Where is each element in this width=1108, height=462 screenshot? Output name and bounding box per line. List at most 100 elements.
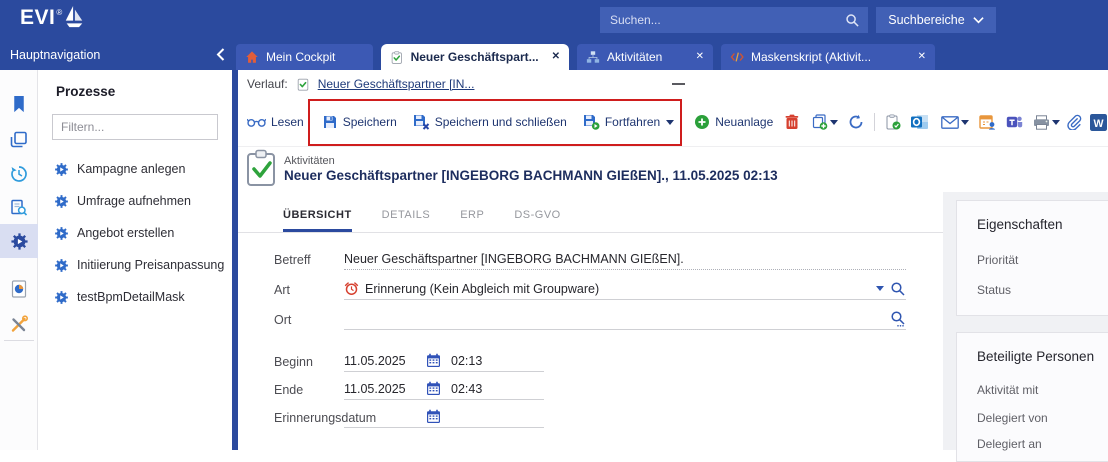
activity-clipboard-icon [246,149,278,187]
hauptnavigation-header: Hauptnavigation [0,40,232,70]
fortfahren-dropdown-caret[interactable] [666,120,674,125]
art-dropdown-caret[interactable] [876,286,884,291]
fortfahren-button[interactable]: Fortfahren [583,114,660,130]
ort-lookup-icon[interactable] [890,310,906,327]
close-icon[interactable]: ✕ [912,52,926,62]
history-icon[interactable] [7,162,31,186]
copy-record-button[interactable] [811,114,838,130]
copy-plus-icon [811,114,828,130]
process-item-label: Initiierung Preisanpassung [77,258,224,272]
tab-maskenskript[interactable]: Maskenskript (Aktivit... ✕ [721,44,935,70]
alarm-clock-icon [344,281,359,296]
collapse-ribbon-dash[interactable] [672,83,685,85]
betreff-field[interactable]: Neuer Geschäftspartner [INGEBORG BACHMAN… [344,248,906,270]
refresh-icon[interactable] [848,114,864,130]
art-lookup-icon[interactable] [890,281,906,297]
process-filter [52,114,218,140]
right-side-panel: Eigenschaften Priorität Status Beteiligt… [943,192,1108,450]
bookmark-icon[interactable] [7,92,31,116]
ende-label: Ende [274,383,303,397]
tab-dsgvo[interactable]: DS-GVO [514,209,560,232]
eigenschaften-title: Eigenschaften [977,217,1063,232]
search-scopes-label: Suchbereiche [888,13,964,27]
rail-divider [4,340,34,341]
history-link[interactable]: Neuer Geschäftspartner [IN... [318,77,475,91]
collapse-nav-icon[interactable] [216,48,225,61]
lesen-button[interactable]: Lesen [247,115,304,129]
calendar-person-icon[interactable] [979,114,996,130]
record-form: ÜBERSICHT DETAILS ERP DS-GVO Betreff Neu… [238,192,943,450]
tab-uebersicht[interactable]: ÜBERSICHT [283,209,352,232]
filter-input[interactable] [53,120,220,134]
process-item-label: Angebot erstellen [77,226,174,240]
process-item-angebot[interactable]: Angebot erstellen [48,218,228,248]
tab-label: Neuer Geschäftspart... [411,50,539,64]
processes-title: Prozesse [56,84,115,99]
process-item-testbpm[interactable]: testBpmDetailMask [48,282,228,312]
hauptnavigation-title: Hauptnavigation [10,48,100,62]
tab-mein-cockpit[interactable]: Mein Cockpit [236,44,373,70]
eigenschaften-card: Eigenschaften Priorität Status [956,200,1108,316]
search-icon[interactable] [845,13,860,28]
betreff-label: Betreff [274,253,311,267]
print-button[interactable] [1033,115,1060,130]
tab-label: Maskenskript (Aktivit... [751,50,871,64]
report-pie-icon[interactable] [7,277,31,301]
clipboard-approve-icon[interactable] [885,114,901,130]
pages-icon[interactable] [7,128,31,152]
teams-icon[interactable] [1006,114,1023,130]
search-input[interactable] [600,7,845,33]
tab-erp[interactable]: ERP [460,209,484,232]
document-search-icon[interactable] [7,196,31,220]
tools-icon[interactable] [7,312,31,336]
tab-aktivitaeten[interactable]: Aktivitäten ✕ [577,44,713,70]
speichern-button[interactable]: Speichern [322,114,397,130]
clipboard-check-icon [296,77,310,91]
home-icon [245,50,259,64]
process-item-umfrage[interactable]: Umfrage aufnehmen [48,186,228,216]
toolbar-separator [238,146,1108,147]
process-item-label: Kampagne anlegen [77,162,185,176]
gear-play-icon [54,226,69,241]
process-gear-icon[interactable] [7,229,31,253]
ende-field[interactable]: 11.05.2025 02:43 [344,378,544,400]
email-dropdown-caret[interactable] [961,120,969,125]
copy-dropdown-caret[interactable] [830,120,838,125]
art-field[interactable]: Erinnerung (Kein Abgleich mit Groupware) [344,278,906,300]
plus-circle-icon [694,114,710,130]
calendar-icon[interactable] [426,381,441,396]
svg-text:W: W [1094,117,1104,129]
app-logo-text: EVI [20,6,55,30]
record-module-label: Aktivitäten [284,155,335,167]
registered-mark: ® [56,8,62,17]
delete-trash-icon[interactable] [785,114,799,130]
close-icon[interactable]: ✕ [690,52,704,62]
delegiert-von-label: Delegiert von [977,411,1048,425]
process-item-preisanpassung[interactable]: Initiierung Preisanpassung [48,250,228,280]
calendar-icon[interactable] [426,353,441,368]
word-export-icon[interactable]: W [1090,114,1107,131]
beginn-field[interactable]: 11.05.2025 02:13 [344,350,544,372]
paperclip-icon[interactable] [1066,114,1082,130]
speichern-und-schliessen-button[interactable]: Speichern und schließen [413,114,567,130]
erinnerungsdatum-field[interactable] [344,406,544,428]
main-header-area: Verlauf: Neuer Geschäftspartner [IN... L… [238,70,1108,192]
tab-label: Mein Cockpit [266,50,335,64]
code-icon [730,50,744,64]
process-item-kampagne[interactable]: Kampagne anlegen [48,154,228,184]
ort-field[interactable] [344,308,906,330]
app-logo: EVI ® [20,6,85,30]
toolbar-divider [874,113,875,131]
status-label: Status [977,283,1011,297]
print-dropdown-caret[interactable] [1052,120,1060,125]
tab-details[interactable]: DETAILS [382,209,431,232]
calendar-icon[interactable] [426,409,441,424]
outlook-icon[interactable] [911,114,929,130]
send-email-button[interactable] [941,116,969,129]
document-tab-bar: Hauptnavigation Mein Cockpit Neuer Gesch… [0,40,1108,70]
close-icon[interactable]: ✕ [546,52,560,62]
record-header: Aktivitäten Neuer Geschäftspartner [INGE… [238,147,1108,192]
search-scopes-button[interactable]: Suchbereiche [876,7,996,33]
tab-neuer-geschaeftspartner[interactable]: Neuer Geschäftspart... ✕ [381,44,569,70]
neuanlage-button[interactable]: Neuanlage [694,114,773,130]
